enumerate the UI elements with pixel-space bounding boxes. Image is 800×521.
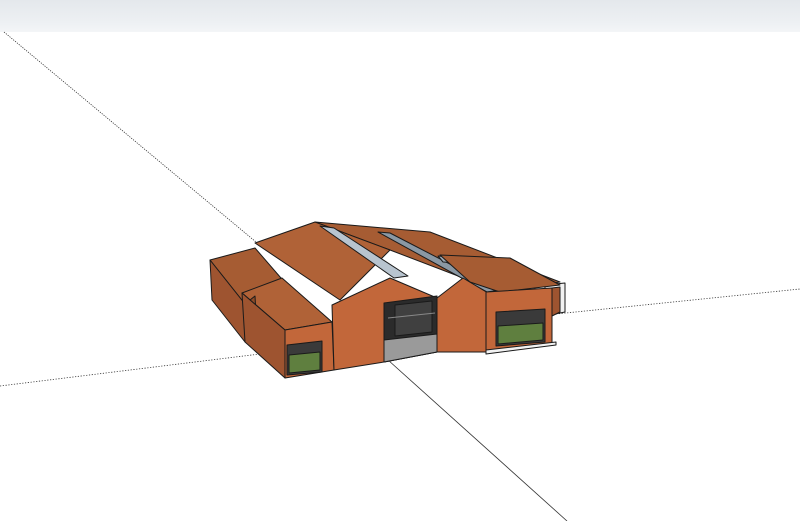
- 3d-viewport[interactable]: [0, 0, 800, 521]
- axis-line-nw: [3, 31, 263, 248]
- wall-right-end: [551, 286, 561, 317]
- model-canvas[interactable]: [0, 0, 800, 521]
- axis-line-ne: [555, 288, 800, 315]
- wall-right-gable: [436, 277, 489, 353]
- door-left-grass: [288, 351, 321, 374]
- barn-model[interactable]: [209, 221, 566, 379]
- bay-interior-wall: [394, 300, 433, 337]
- axis-line-se: [387, 359, 568, 521]
- axis-line-sw: [0, 352, 269, 387]
- door-right-grass: [497, 322, 544, 345]
